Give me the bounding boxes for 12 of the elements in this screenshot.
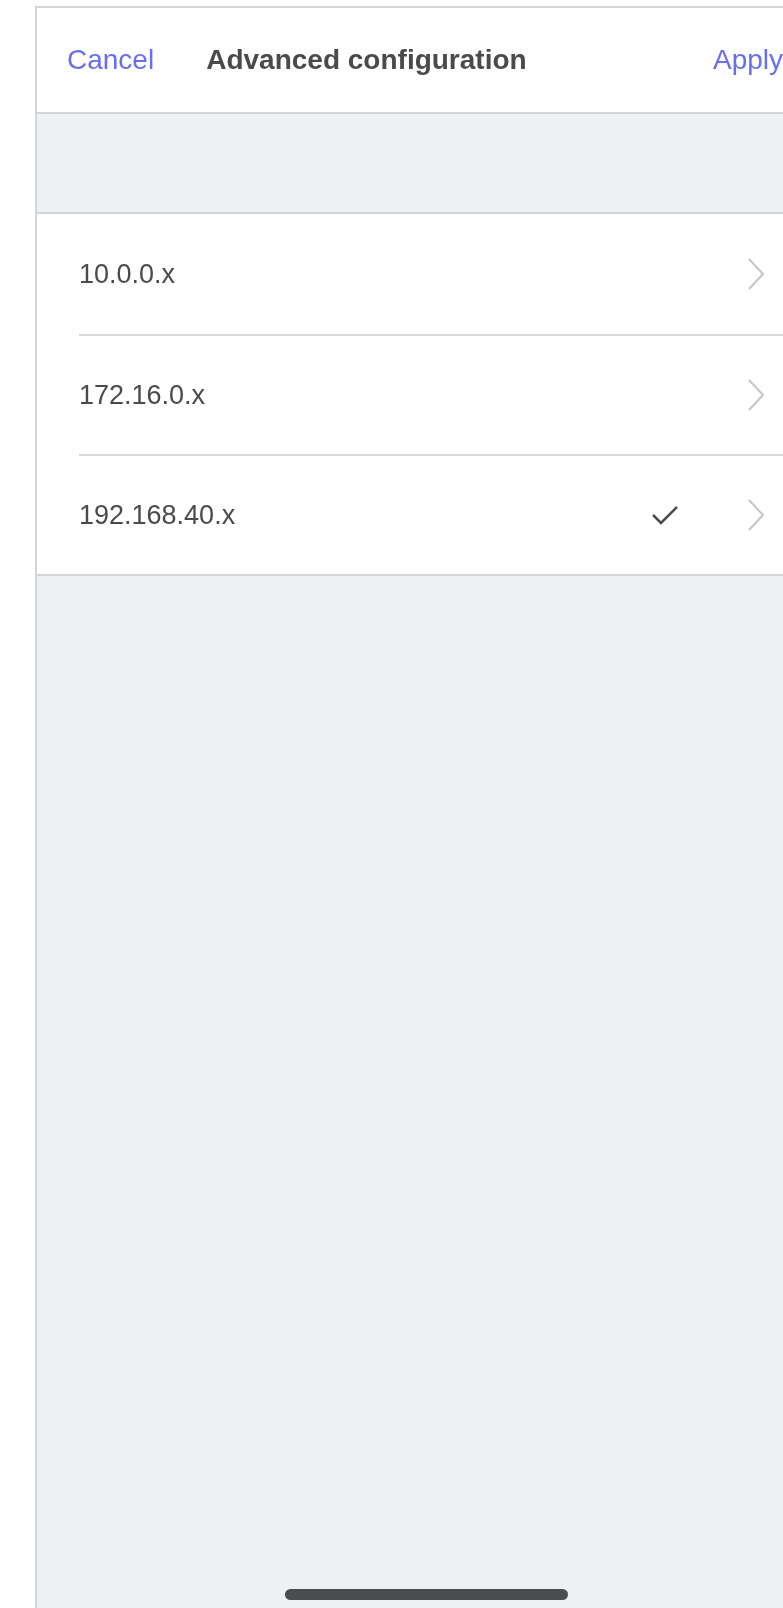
cancel-button[interactable]: Cancel xyxy=(67,44,155,76)
chevron-right-icon xyxy=(747,498,765,532)
chevron-right-icon xyxy=(747,378,765,412)
screen-title: Advanced configuration xyxy=(206,44,527,76)
option-label: 172.16.0.x xyxy=(79,379,207,411)
apply-button[interactable]: Apply xyxy=(712,44,783,76)
network-option[interactable]: 10.0.0.x xyxy=(79,214,783,334)
option-label: 10.0.0.x xyxy=(79,258,177,290)
chevron-right-icon xyxy=(747,257,765,291)
option-label: 192.168.40.x xyxy=(79,499,237,531)
network-option[interactable]: 192.168.40.x xyxy=(79,454,783,574)
network-option[interactable]: 172.16.0.x xyxy=(79,334,783,454)
